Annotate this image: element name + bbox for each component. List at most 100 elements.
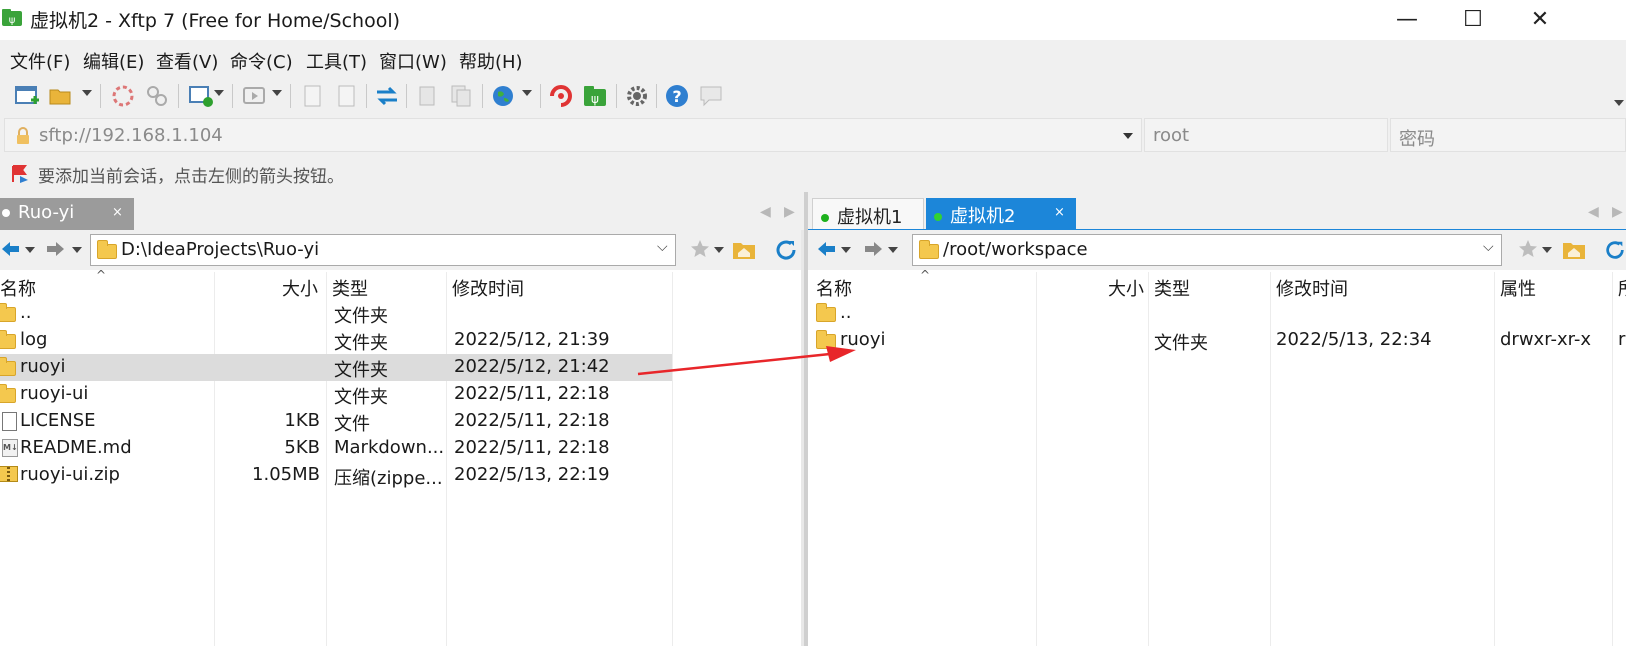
table-row[interactable]: ruoyi 文件夹 2022/5/12, 21:42: [0, 354, 672, 381]
table-row[interactable]: ruoyi 文件夹 2022/5/13, 22:34 drwxr-xr-x r: [808, 327, 1626, 354]
file-name: ..: [840, 302, 852, 323]
chevron-down-icon[interactable]: ⌵: [1483, 239, 1494, 255]
settings-icon[interactable]: [624, 83, 650, 109]
help-icon[interactable]: ?: [664, 83, 690, 109]
chevron-down-icon[interactable]: [522, 90, 532, 96]
file-name: README.md: [20, 437, 132, 458]
menu-tools[interactable]: 工具(T): [306, 48, 367, 74]
table-row[interactable]: M↓ README.md 5KB Markdown... 2022/5/11, 22:1…: [0, 435, 672, 462]
star-icon[interactable]: [1518, 239, 1538, 259]
column-size-header[interactable]: 大小: [282, 275, 318, 301]
column-modified-header[interactable]: 修改时间: [1276, 275, 1348, 301]
forward-arrow-icon[interactable]: [864, 239, 884, 259]
home-folder-icon[interactable]: [732, 238, 756, 260]
duplicate-icon[interactable]: [448, 83, 474, 109]
copy-file-icon[interactable]: [300, 83, 326, 109]
chevron-down-icon[interactable]: ⌵: [657, 239, 668, 255]
column-size-header[interactable]: 大小: [1108, 275, 1144, 301]
chevron-down-icon[interactable]: [25, 247, 35, 253]
tab-scroll-left-icon[interactable]: ◀: [760, 204, 771, 220]
password-input[interactable]: 密码: [1390, 118, 1626, 152]
disconnect-icon[interactable]: [110, 83, 136, 109]
close-icon[interactable]: ×: [1054, 205, 1065, 220]
back-arrow-icon[interactable]: [816, 239, 836, 259]
table-row[interactable]: ..: [808, 300, 1626, 327]
menu-file[interactable]: 文件(F): [10, 48, 70, 74]
menu-window[interactable]: 窗口(W): [379, 48, 447, 74]
file-modified: 2022/5/12, 21:42: [454, 356, 610, 377]
file-type: 压缩(zippe...: [334, 468, 443, 489]
chat-icon[interactable]: [698, 83, 724, 109]
link-icon[interactable]: [144, 83, 170, 109]
chevron-down-icon[interactable]: [841, 247, 851, 253]
file-modified: 2022/5/12, 21:39: [454, 329, 610, 350]
xftp-icon[interactable]: ψ: [582, 83, 608, 109]
tab-ruo-yi[interactable]: Ruo-yi ×: [0, 198, 134, 230]
file-name: log: [20, 329, 48, 350]
transfer-icon[interactable]: [374, 83, 400, 109]
address-input[interactable]: sftp://192.168.1.104: [4, 118, 1142, 152]
file-name: ..: [20, 302, 32, 323]
remote-path-input[interactable]: /root/workspace ⌵: [912, 234, 1502, 266]
chevron-down-icon[interactable]: [82, 90, 92, 96]
refresh-icon[interactable]: [1604, 238, 1626, 262]
minimize-button[interactable]: —: [1392, 6, 1422, 32]
chevron-down-icon[interactable]: [72, 247, 82, 253]
refresh-icon[interactable]: [774, 238, 798, 262]
paste-file-icon[interactable]: [334, 83, 360, 109]
column-type-header[interactable]: 类型: [1154, 275, 1190, 301]
column-owner-header[interactable]: 所: [1618, 275, 1626, 301]
toolbar-divider: [482, 84, 483, 108]
add-session-arrow-icon[interactable]: [10, 164, 30, 184]
chevron-down-icon[interactable]: [888, 247, 898, 253]
table-row[interactable]: ruoyi-ui 文件夹 2022/5/11, 22:18: [0, 381, 672, 408]
tab-vm1[interactable]: 虚拟机1: [812, 198, 924, 230]
chevron-down-icon[interactable]: [214, 90, 224, 96]
back-arrow-icon[interactable]: [0, 239, 20, 259]
column-name-header[interactable]: 名称: [0, 275, 36, 301]
column-name-header[interactable]: 名称: [816, 275, 852, 301]
tab-scroll-right-icon[interactable]: ▶: [1612, 204, 1623, 220]
column-modified-header[interactable]: 修改时间: [452, 275, 524, 301]
table-row[interactable]: ruoyi-ui.zip 1.05MB 压缩(zippe... 2022/5/13, …: [0, 462, 672, 489]
local-path-input[interactable]: D:\IdeaProjects\Ruo-yi ⌵: [90, 234, 676, 266]
globe-icon[interactable]: [490, 83, 516, 109]
menu-view[interactable]: 查看(V): [156, 48, 218, 74]
close-icon[interactable]: ×: [112, 205, 123, 220]
remote-path-text: /root/workspace: [943, 239, 1088, 260]
table-row[interactable]: LICENSE 1KB 文件 2022/5/11, 22:18: [0, 408, 672, 435]
toolbar-overflow-icon[interactable]: [1614, 100, 1624, 106]
column-attributes-header[interactable]: 属性: [1500, 275, 1536, 301]
open-folder-icon[interactable]: [48, 83, 74, 109]
xshell-icon[interactable]: [548, 83, 574, 109]
file-name: LICENSE: [20, 410, 96, 431]
chevron-down-icon[interactable]: [1123, 133, 1133, 139]
play-icon[interactable]: [242, 83, 268, 109]
menu-help[interactable]: 帮助(H): [459, 48, 523, 74]
menu-bar: 文件(F) 编辑(E) 查看(V) 命令(C) 工具(T) 窗口(W) 帮助(H…: [0, 40, 1626, 76]
new-window-icon[interactable]: [188, 83, 214, 109]
chevron-down-icon[interactable]: [714, 247, 724, 253]
chevron-down-icon[interactable]: [272, 90, 282, 96]
new-session-icon[interactable]: [14, 83, 40, 109]
tab-vm2[interactable]: 虚拟机2 ×: [926, 198, 1076, 230]
file-modified: 2022/5/13, 22:34: [1276, 329, 1432, 350]
username-input[interactable]: root: [1144, 118, 1388, 152]
table-row[interactable]: log 文件夹 2022/5/12, 21:39: [0, 327, 672, 354]
maximize-button[interactable]: ☐: [1458, 6, 1488, 32]
menu-edit[interactable]: 编辑(E): [83, 48, 144, 74]
lock-icon: [17, 127, 29, 144]
copy-icon[interactable]: [414, 83, 440, 109]
close-window-button[interactable]: ✕: [1525, 6, 1555, 32]
table-row[interactable]: .. 文件夹: [0, 300, 672, 327]
file-modified: 2022/5/11, 22:18: [454, 383, 610, 404]
star-icon[interactable]: [690, 239, 710, 259]
tab-scroll-right-icon[interactable]: ▶: [784, 204, 795, 220]
toolbar-divider: [406, 84, 407, 108]
menu-command[interactable]: 命令(C): [230, 48, 293, 74]
home-folder-icon[interactable]: [1562, 238, 1586, 260]
column-type-header[interactable]: 类型: [332, 275, 368, 301]
chevron-down-icon[interactable]: [1542, 247, 1552, 253]
tab-scroll-left-icon[interactable]: ◀: [1588, 204, 1599, 220]
forward-arrow-icon[interactable]: [46, 239, 66, 259]
